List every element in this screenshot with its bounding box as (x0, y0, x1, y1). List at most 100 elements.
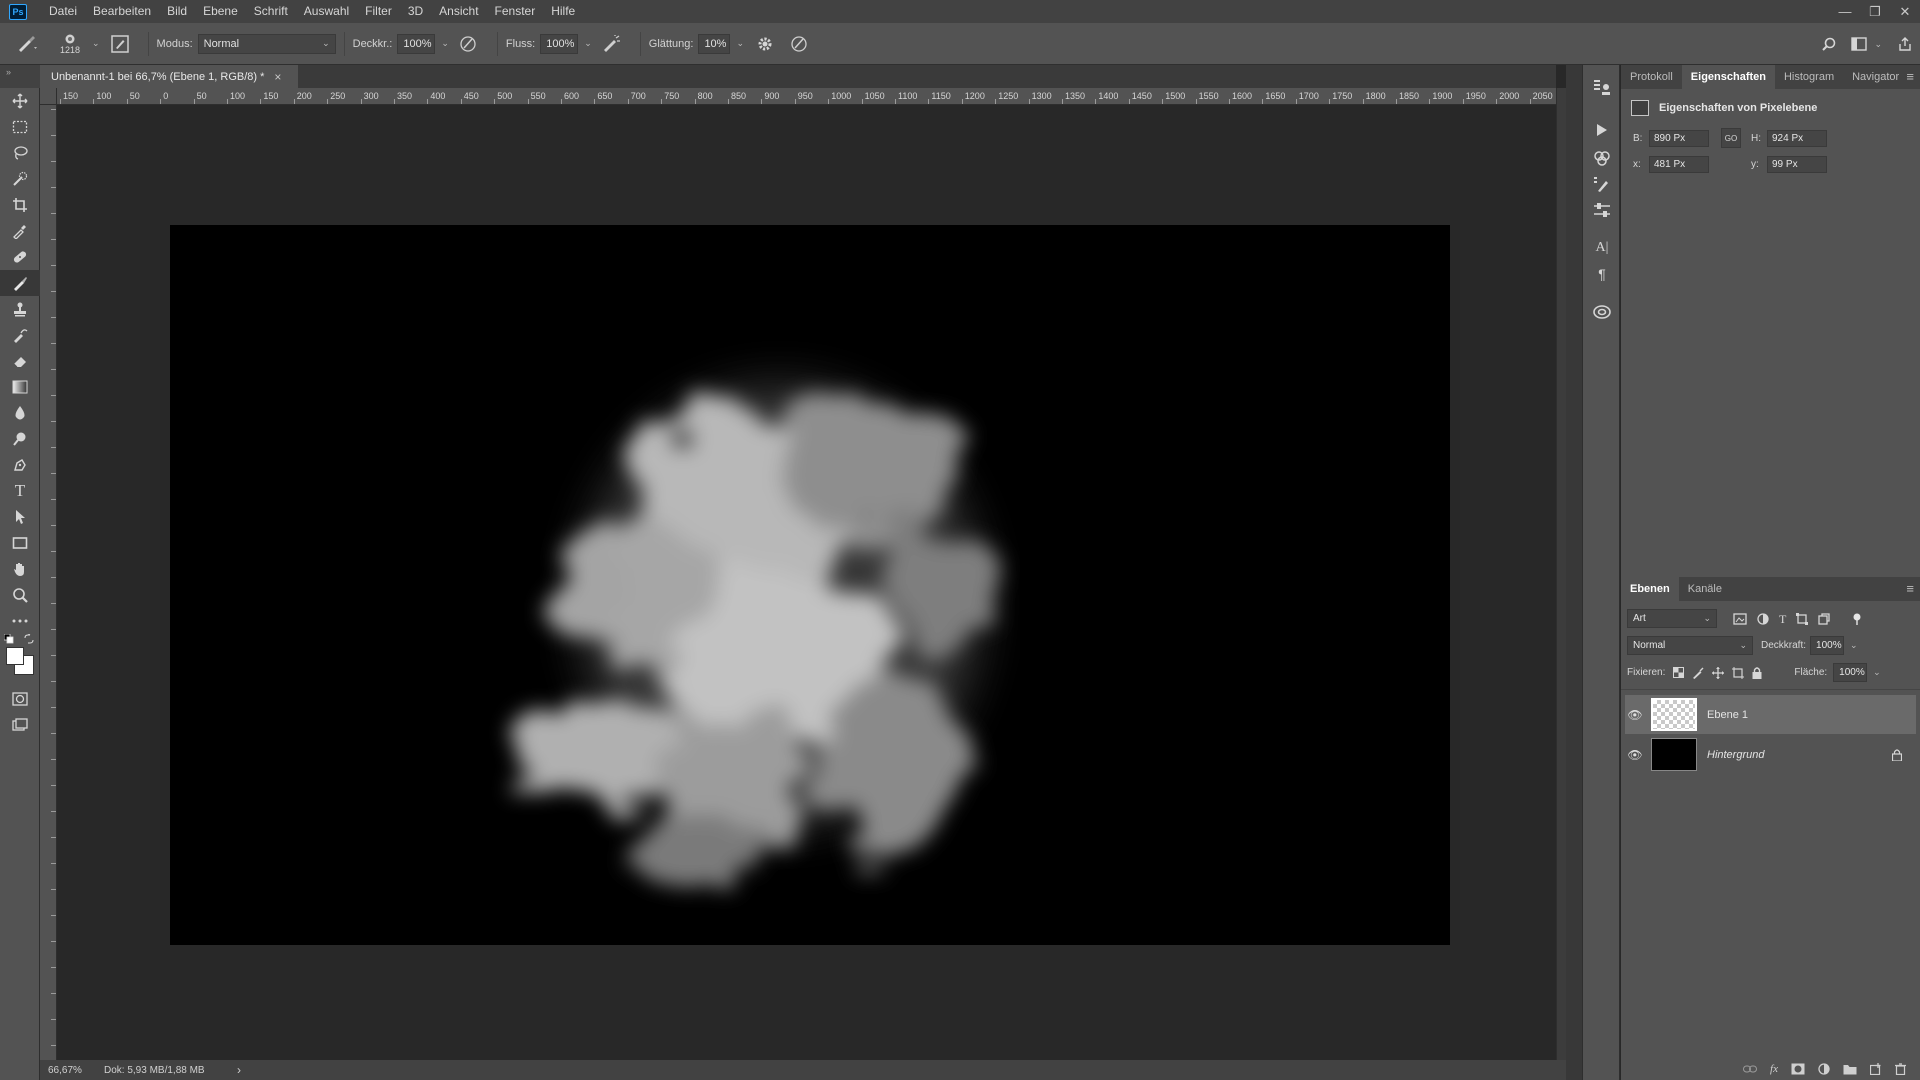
document-tab[interactable]: Unbenannt-1 bei 66,7% (Ebene 1, RGB/8) *… (40, 65, 298, 88)
vertical-scrollbar[interactable] (1556, 88, 1566, 1060)
quick-mask-icon[interactable] (0, 686, 40, 712)
zoom-icon[interactable] (0, 582, 40, 608)
layer-style-icon[interactable]: fx (1770, 1063, 1778, 1075)
panel-menu-icon[interactable]: ≡ (1906, 69, 1914, 84)
mode-dropdown[interactable]: Normal ⌄ (197, 33, 336, 54)
screen-mode-icon[interactable] (0, 712, 40, 738)
link-layers-icon[interactable] (1743, 1064, 1758, 1074)
share-icon[interactable] (1890, 36, 1920, 52)
menu-ansicht[interactable]: Ansicht (431, 0, 486, 23)
healing-icon[interactable] (0, 244, 40, 270)
adjustments-icon[interactable] (1583, 197, 1621, 223)
ruler-vertical[interactable] (40, 105, 57, 1060)
fill-dropdown-icon[interactable]: ⌄ (1873, 667, 1881, 678)
layer-filter-dropdown[interactable]: Art ⌄ (1627, 609, 1717, 628)
tab-histogram[interactable]: Histogram (1775, 65, 1843, 89)
layer-opacity-dropdown-icon[interactable]: ⌄ (1850, 640, 1858, 651)
opacity-input[interactable]: 100% (397, 33, 436, 54)
swap-colors-icon[interactable] (24, 634, 34, 644)
history-panel-icon[interactable] (1583, 73, 1621, 103)
color-panel-icon[interactable] (1583, 145, 1621, 171)
quick-select-icon[interactable] (0, 166, 40, 192)
layer-row-ebene-1[interactable]: 👁 Ebene 1 (1625, 695, 1916, 734)
canvas-workspace[interactable] (57, 105, 1556, 1060)
menu-auswahl[interactable]: Auswahl (296, 0, 357, 23)
airbrush-icon[interactable] (600, 33, 622, 55)
visibility-eye-icon[interactable]: 👁 (1625, 748, 1645, 762)
brush-icon[interactable] (0, 270, 40, 296)
visibility-eye-icon[interactable]: 👁 (1625, 708, 1645, 722)
gear-icon[interactable] (754, 33, 776, 55)
menu-hilfe[interactable]: Hilfe (543, 0, 583, 23)
y-input[interactable]: 99 Px (1767, 155, 1827, 173)
tab-kanaele[interactable]: Kanäle (1679, 577, 1731, 601)
type-icon[interactable]: T (0, 478, 40, 504)
foreground-color-swatch[interactable] (6, 647, 24, 665)
minimize-button[interactable]: — (1830, 0, 1860, 23)
close-tab-button[interactable]: × (274, 70, 281, 84)
x-input[interactable]: 481 Px (1649, 155, 1709, 173)
pen-icon[interactable] (0, 452, 40, 478)
path-select-icon[interactable] (0, 504, 40, 530)
lock-transparent-icon[interactable] (1673, 666, 1685, 678)
menu-fenster[interactable]: Fenster (487, 0, 544, 23)
filter-shape-icon[interactable] (1796, 612, 1809, 625)
filter-toggle-icon[interactable] (1852, 613, 1862, 625)
height-input[interactable]: 924 Px (1767, 129, 1827, 147)
layer-name[interactable]: Ebene 1 (1707, 709, 1748, 721)
move-icon[interactable] (0, 88, 40, 114)
brush-panel-toggle-icon[interactable] (108, 32, 132, 56)
lock-pixels-icon[interactable] (1692, 667, 1704, 679)
delete-layer-icon[interactable] (1895, 1063, 1906, 1075)
layer-row-hintergrund[interactable]: 👁 Hintergrund (1625, 735, 1916, 774)
tab-ebenen[interactable]: Ebenen (1621, 577, 1679, 601)
restore-button[interactable]: ❐ (1860, 0, 1890, 23)
new-layer-icon[interactable] (1870, 1063, 1882, 1075)
pressure-size-icon[interactable] (788, 33, 810, 55)
eyedropper-icon[interactable] (0, 218, 40, 244)
tab-protokoll[interactable]: Protokoll (1621, 65, 1682, 89)
ruler-horizontal[interactable]: 150 100 50 0 50 100 150 200 250 300 350 400 450 500 55… (57, 88, 1556, 105)
smoothing-input[interactable]: 10% (698, 33, 731, 54)
pressure-opacity-icon[interactable] (457, 33, 479, 55)
blur-icon[interactable] (0, 400, 40, 426)
filter-smartobject-icon[interactable] (1818, 612, 1830, 625)
flow-input[interactable]: 100% (540, 33, 579, 54)
panel-menu-icon[interactable]: ≡ (1906, 581, 1914, 596)
crop-icon[interactable] (0, 192, 40, 218)
chevron-down-icon[interactable]: ⌄ (1874, 39, 1882, 50)
character-panel-icon[interactable]: A| (1583, 235, 1621, 261)
gradient-icon[interactable] (0, 374, 40, 400)
rectangle-icon[interactable] (0, 530, 40, 556)
brush-settings-icon[interactable] (1583, 171, 1621, 197)
opacity-dropdown-icon[interactable]: ⌄ (441, 38, 449, 49)
stamp-icon[interactable] (0, 296, 40, 322)
brush-preset-picker[interactable]: 1218 (50, 27, 90, 61)
menu-bild[interactable]: Bild (159, 0, 195, 23)
status-menu-arrow[interactable]: › (237, 1063, 241, 1077)
lock-artboard-icon[interactable] (1732, 666, 1745, 679)
eraser-icon[interactable] (0, 348, 40, 374)
blend-mode-dropdown[interactable]: Normal ⌄ (1627, 636, 1753, 655)
layer-opacity-input[interactable]: 100% (1810, 636, 1845, 655)
search-icon[interactable] (1814, 36, 1844, 52)
libraries-icon[interactable] (1583, 297, 1621, 327)
toolbar-collapse-toggle[interactable]: » (0, 65, 40, 88)
link-dimensions-icon[interactable]: GO (1721, 128, 1741, 148)
layer-name[interactable]: Hintergrund (1707, 749, 1892, 761)
close-window-button[interactable]: ✕ (1890, 0, 1920, 23)
zoom-level[interactable]: 66,67% (40, 1065, 104, 1076)
lock-position-icon[interactable] (1712, 666, 1725, 679)
new-adjustment-layer-icon[interactable] (1818, 1063, 1830, 1075)
hand-icon[interactable] (0, 556, 40, 582)
add-mask-icon[interactable] (1791, 1063, 1805, 1075)
menu-3d[interactable]: 3D (400, 0, 431, 23)
document-canvas[interactable] (170, 225, 1450, 945)
play-actions-icon[interactable] (1583, 115, 1621, 145)
tab-navigator[interactable]: Navigator (1843, 65, 1908, 89)
smoothing-dropdown-icon[interactable]: ⌄ (736, 38, 744, 49)
menu-schrift[interactable]: Schrift (246, 0, 296, 23)
more-icon[interactable] (0, 608, 40, 634)
chevron-down-icon[interactable]: ⌄ (92, 38, 100, 49)
new-group-icon[interactable] (1843, 1064, 1857, 1075)
